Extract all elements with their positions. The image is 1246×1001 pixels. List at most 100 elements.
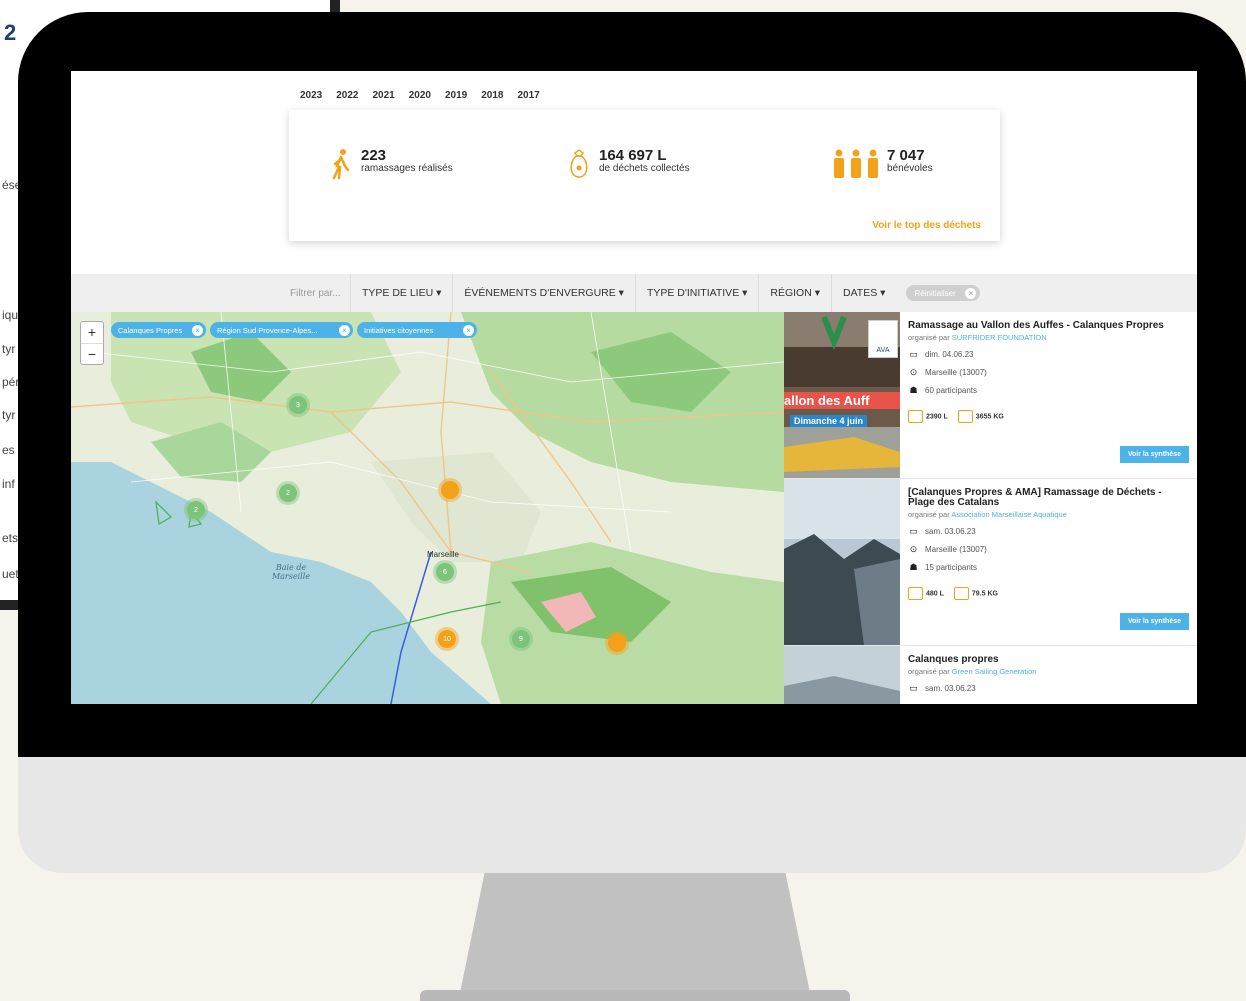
event-title[interactable]: [Calanques Propres & AMA] Ramassage de D…: [908, 488, 1189, 508]
event-participants: 15 participants: [925, 563, 978, 572]
event-title[interactable]: Calanques propres: [908, 655, 1189, 665]
trash-bag-icon: [565, 148, 593, 180]
event-participants-row: ☗ 15 participants: [908, 562, 1189, 573]
event-list: allon des Auff Dimanche 4 juin AVA Ramas…: [784, 312, 1197, 704]
event-participants: 60 participants: [925, 386, 978, 395]
year-tabs: 2023 2022 2021 2020 2019 2018 2017: [300, 90, 540, 101]
liters-value: 2390 L: [926, 413, 948, 421]
organizer-prefix: organisé par: [908, 510, 950, 519]
map-label-bay: Baie de Marseille: [271, 563, 311, 581]
stat-value: 223: [361, 147, 387, 164]
map-filter-chip[interactable]: Région Sud Provence-Alpes... ×: [210, 322, 353, 338]
event-date: sam. 03.06.23: [925, 684, 976, 693]
event-card[interactable]: [Calanques Propres & AMA] Ramassage de D…: [784, 479, 1197, 646]
view-summary-button[interactable]: Voir la synthèse: [1119, 446, 1189, 463]
event-kilos: 3655 KG: [957, 410, 1004, 423]
map-cluster[interactable]: [608, 634, 626, 652]
reset-filters-chip[interactable]: Réinitialiser ×: [906, 285, 981, 301]
filter-type-initiative[interactable]: TYPE D'INITIATIVE ▾: [634, 274, 758, 312]
event-image: [784, 479, 900, 645]
walking-person-icon: [327, 148, 355, 180]
event-liters: 480 L: [908, 587, 944, 600]
event-title[interactable]: Ramassage au Vallon des Auffes - Calanqu…: [908, 321, 1189, 331]
map-filter-chip[interactable]: Initiatives citoyennes ×: [357, 322, 477, 338]
year-tab[interactable]: 2017: [518, 90, 540, 101]
weight-icon: [953, 587, 969, 600]
background-text: uet: [2, 567, 19, 581]
map-cluster[interactable]: 2: [279, 484, 297, 502]
event-quantities: 480 L 79.5 KG: [908, 587, 1189, 600]
stat-label: de déchets collectés: [599, 163, 690, 174]
event-organizer: organisé par Association Marseillaise Aq…: [908, 510, 1189, 519]
event-card[interactable]: allon des Auff Dimanche 4 juin AVA Ramas…: [784, 312, 1197, 479]
event-date-row: ▭ sam. 03.06.23: [908, 526, 1189, 537]
event-place: Marseille (13007): [925, 545, 987, 554]
organizer-link[interactable]: SURFRIDER FOUNDATION: [952, 333, 1047, 342]
event-image-title: allon des Auff: [784, 392, 900, 409]
organizer-prefix: organisé par: [908, 667, 950, 676]
filter-region[interactable]: RÉGION ▾: [758, 274, 831, 312]
event-image: [784, 646, 900, 704]
people-icon: ☗: [909, 562, 918, 572]
close-icon[interactable]: ×: [192, 324, 203, 336]
people-icon: ☗: [909, 385, 918, 395]
event-date-row: ▭ sam. 03.06.23: [908, 683, 1189, 694]
year-tab[interactable]: 2023: [300, 90, 322, 101]
monitor-stand: [460, 873, 810, 993]
weight-icon: [957, 410, 973, 423]
calendar-icon: ▭: [909, 683, 918, 693]
year-tab[interactable]: 2019: [445, 90, 467, 101]
close-icon[interactable]: ×: [339, 324, 350, 336]
close-icon[interactable]: ×: [463, 324, 474, 336]
background-text: ets: [2, 531, 19, 545]
event-card[interactable]: Calanques propres organisé par Green Sai…: [784, 646, 1197, 704]
background-text: tyr: [2, 408, 16, 422]
filter-bar: Filtrer par... TYPE DE LIEU ▾ ÉVÉNEMENTS…: [71, 274, 1197, 312]
filter-evenements[interactable]: ÉVÉNEMENTS D'ENVERGURE ▾: [452, 274, 635, 312]
year-tab[interactable]: 2020: [409, 90, 431, 101]
event-date: dim. 04.06.23: [925, 350, 974, 359]
map-cluster[interactable]: 3: [289, 396, 307, 414]
event-quantities: 2390 L 3655 KG: [908, 410, 1189, 423]
map-cluster[interactable]: 2: [187, 501, 205, 519]
zoom-control: + −: [80, 321, 104, 365]
zoom-in-button[interactable]: +: [81, 322, 103, 344]
map-cluster[interactable]: 10: [438, 630, 456, 648]
monitor-screen: 2023 2022 2021 2020 2019 2018 2017 223 r…: [71, 71, 1197, 704]
close-icon[interactable]: ×: [965, 287, 977, 299]
chip-label: Initiatives citoyennes: [364, 325, 434, 335]
map-filter-chip[interactable]: Calanques Propres ×: [111, 322, 206, 338]
event-place-row: ⊙ Marseille (13007): [908, 367, 1189, 378]
stat-value: 164 697 L: [599, 147, 667, 164]
map-cluster[interactable]: [441, 481, 459, 499]
stat-value: 7 047: [887, 147, 925, 164]
top-waste-link[interactable]: Voir le top des déchets: [872, 220, 981, 231]
stat-dechets: 164 697 L de déchets collectés: [565, 148, 690, 180]
year-tab[interactable]: 2022: [336, 90, 358, 101]
monitor-foot: [420, 990, 850, 1001]
map[interactable]: + − Calanques Propres × Région Sud Proven…: [71, 312, 784, 704]
organizer-link[interactable]: Green Sailing Generation: [952, 667, 1037, 676]
event-image-date: Dimanche 4 juin: [790, 415, 868, 427]
filter-dates[interactable]: DATES ▾: [831, 274, 896, 312]
map-terrain: [71, 312, 784, 704]
filter-placeholder[interactable]: Filtrer par...: [290, 288, 350, 299]
event-body: Calanques propres organisé par Green Sai…: [908, 655, 1189, 694]
year-tab[interactable]: 2021: [373, 90, 395, 101]
calendar-icon: ▭: [909, 349, 918, 359]
stat-benevoles: 7 047 bénévoles: [831, 148, 933, 180]
background-text: iqu: [2, 308, 19, 322]
filter-type-lieu[interactable]: TYPE DE LIEU ▾: [350, 274, 452, 312]
map-cluster[interactable]: 9: [512, 630, 530, 648]
event-participants-row: ☗ 60 participants: [908, 385, 1189, 396]
zoom-out-button[interactable]: −: [81, 344, 103, 365]
view-summary-button[interactable]: Voir la synthèse: [1119, 613, 1189, 630]
event-photo: [784, 646, 900, 704]
background-number: 2: [4, 20, 17, 45]
event-photo: [784, 479, 900, 645]
year-tab[interactable]: 2018: [481, 90, 503, 101]
organizer-link[interactable]: Association Marseillaise Aquatique: [951, 510, 1066, 519]
kilos-value: 3655 KG: [975, 413, 1004, 421]
map-cluster[interactable]: 6: [436, 563, 454, 581]
event-place-row: ⊙ Marseille (13007): [908, 544, 1189, 555]
